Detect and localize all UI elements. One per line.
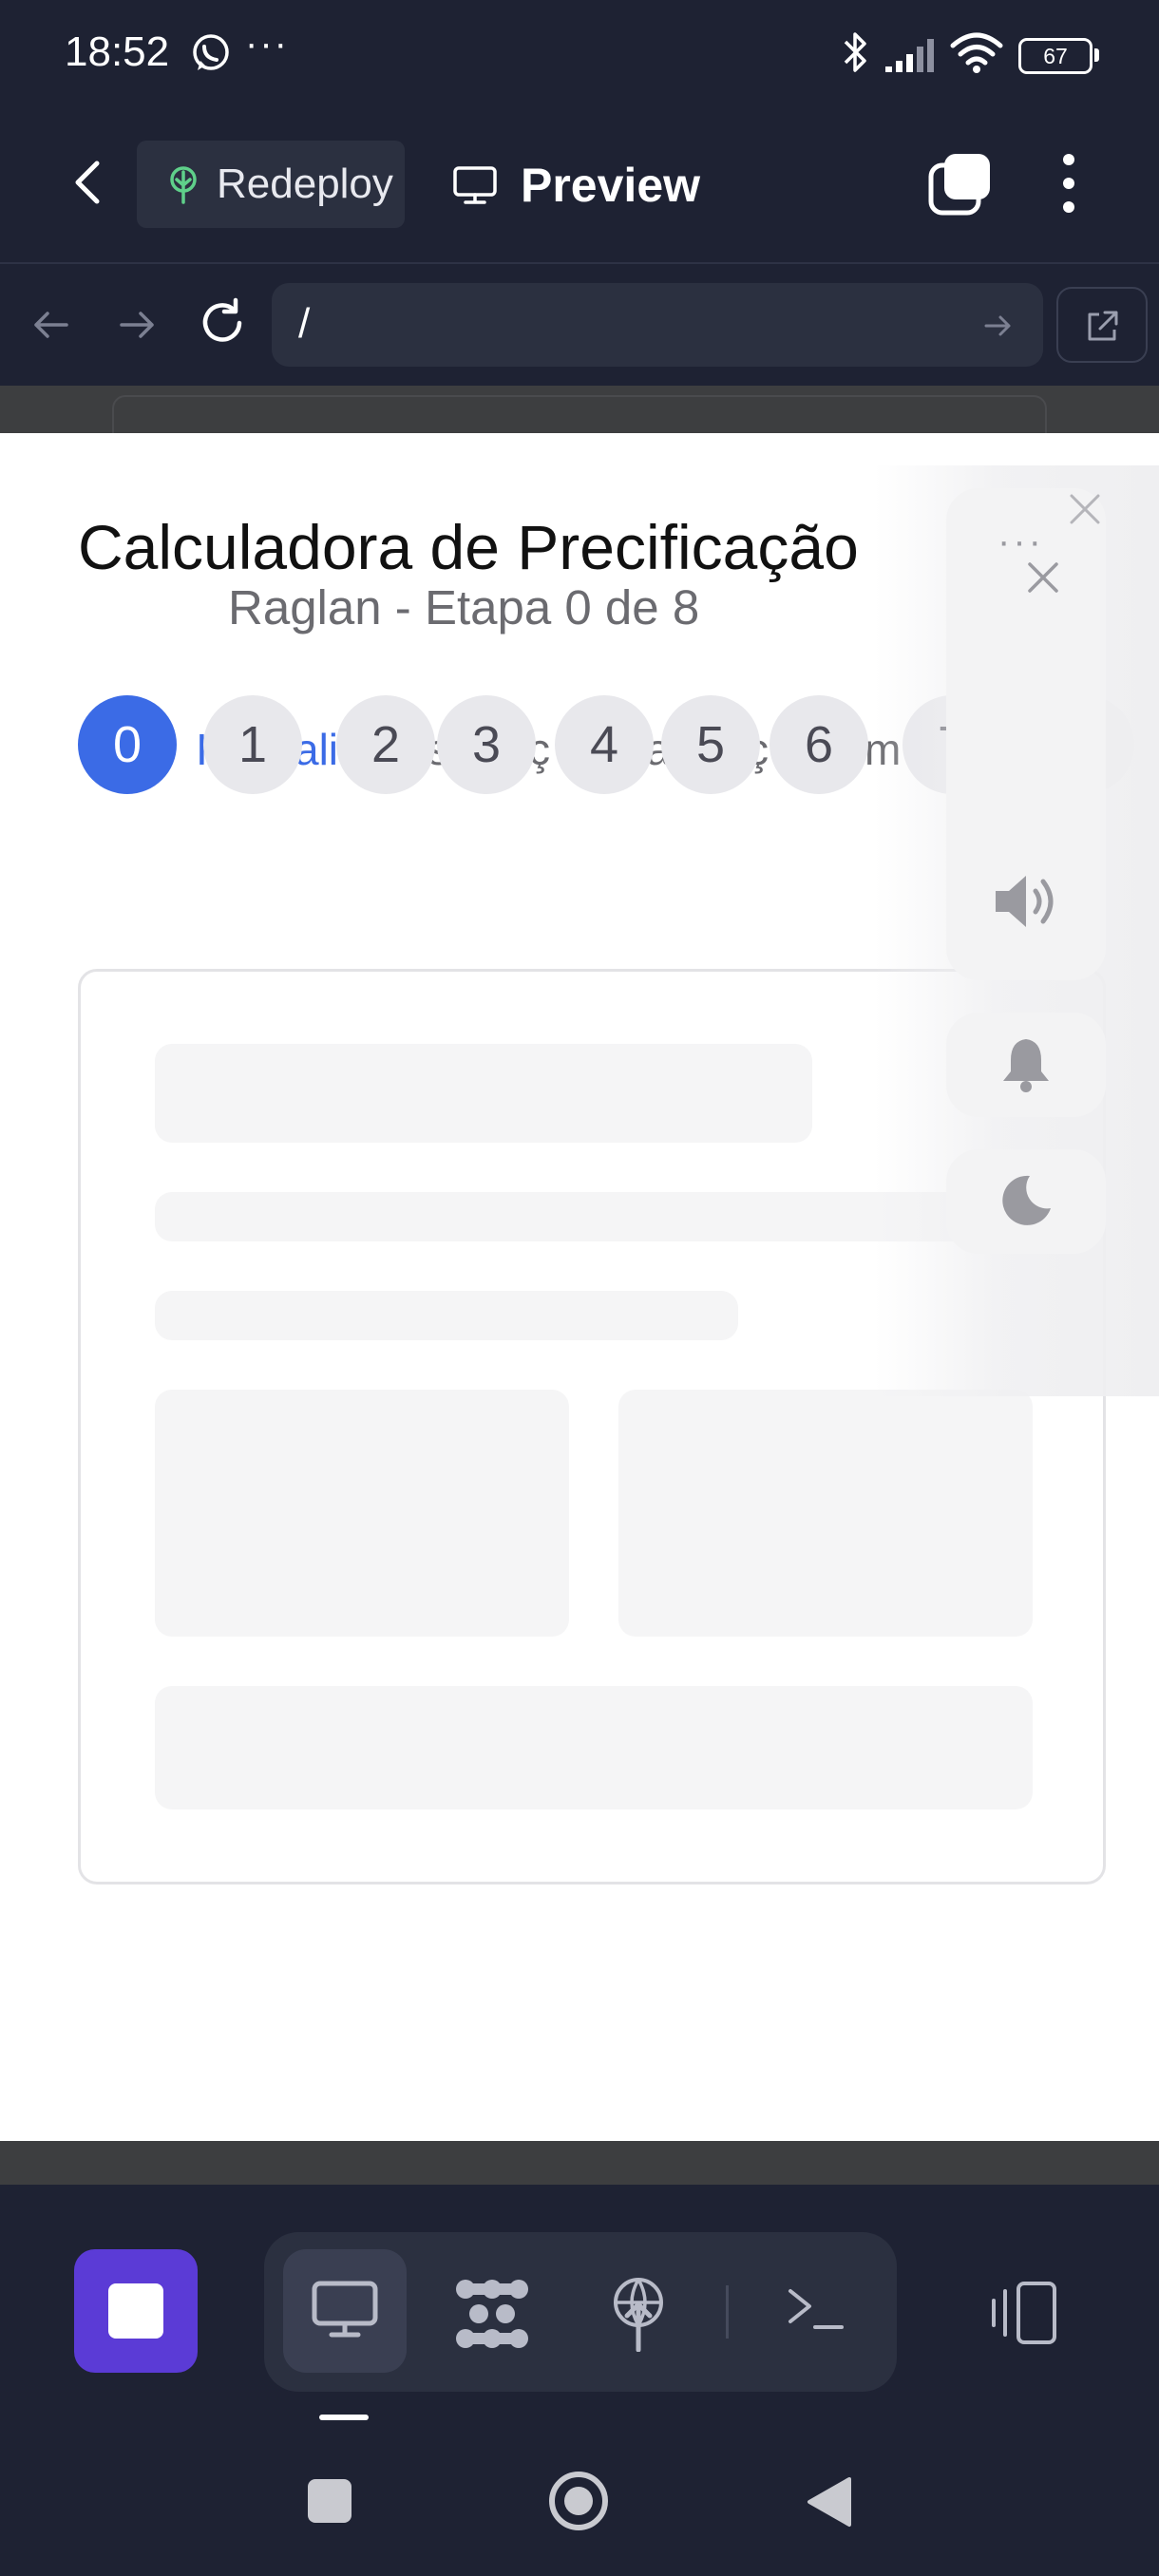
page-subtitle: Raglan - Etapa 0 de 8 <box>228 580 700 635</box>
skeleton-footer <box>155 1686 1033 1809</box>
browser-forward-button[interactable] <box>114 302 160 348</box>
skeleton-block <box>155 1390 569 1637</box>
preview-view-button[interactable] <box>283 2249 407 2373</box>
step-3[interactable]: 3 <box>437 695 536 794</box>
stop-icon <box>108 2283 163 2339</box>
nav-separator <box>726 2285 729 2339</box>
reload-button[interactable] <box>196 296 249 350</box>
battery-indicator: 67 <box>1018 38 1092 74</box>
bell-icon <box>1003 1039 1049 1092</box>
tabs-button[interactable] <box>927 150 994 217</box>
redeploy-label: Redeploy <box>217 161 393 207</box>
terminal-icon[interactable] <box>785 2283 846 2337</box>
stop-button[interactable] <box>74 2249 198 2373</box>
wifi-icon <box>950 30 1003 74</box>
step-2[interactable]: 2 <box>336 695 435 794</box>
device-layout-icon[interactable] <box>988 2280 1060 2346</box>
preview-label: Preview <box>521 159 701 212</box>
url-text: / <box>298 300 311 347</box>
recent-apps-button[interactable] <box>308 2479 352 2523</box>
home-indicator <box>319 2415 369 2420</box>
signal-icon <box>884 36 937 74</box>
panel-close-icon[interactable] <box>1024 559 1062 597</box>
skeleton-block <box>618 1390 1033 1637</box>
panel-menu-icon[interactable]: ··· <box>998 521 1044 563</box>
open-external-button[interactable] <box>1056 287 1148 363</box>
home-button[interactable] <box>547 2470 610 2532</box>
toolbar-divider <box>0 262 1159 264</box>
notification-more-icon: ··· <box>245 23 289 65</box>
step-4[interactable]: 4 <box>555 695 654 794</box>
whatsapp-icon <box>190 32 232 74</box>
moon-icon <box>1002 1175 1051 1225</box>
browser-back-button[interactable] <box>28 302 74 348</box>
monitor-icon <box>312 2281 378 2338</box>
redeploy-button[interactable]: Redeploy <box>137 141 405 228</box>
battery-tip <box>1094 48 1099 62</box>
moon-button[interactable] <box>946 1149 1106 1254</box>
page-title: Calculadora de Precificação <box>78 512 859 582</box>
bell-button[interactable] <box>946 1013 1106 1117</box>
step-1[interactable]: 1 <box>203 695 302 794</box>
step-6[interactable]: 6 <box>770 695 868 794</box>
preview-tab[interactable]: Preview <box>452 152 700 218</box>
step-5[interactable]: 5 <box>661 695 760 794</box>
back-button[interactable] <box>59 152 120 213</box>
more-menu-button[interactable] <box>1053 150 1085 217</box>
url-input[interactable]: / <box>272 283 1043 367</box>
monitor-icon <box>453 166 497 204</box>
skeleton-line <box>155 1291 738 1340</box>
deploy-tree-icon <box>170 166 197 204</box>
system-back-button[interactable] <box>806 2475 853 2529</box>
status-time: 18:52 <box>65 28 170 75</box>
close-icon[interactable] <box>1066 490 1104 528</box>
url-go-icon[interactable] <box>982 310 1015 342</box>
deploy-icon[interactable] <box>608 2276 669 2352</box>
apps-icon[interactable] <box>452 2278 532 2350</box>
step-0[interactable]: 0 <box>78 695 177 794</box>
bluetooth-icon <box>840 28 872 76</box>
sound-icon[interactable] <box>990 868 1062 935</box>
external-link-icon <box>1088 311 1118 341</box>
skeleton-title <box>155 1044 812 1143</box>
preview-frame-bottom <box>0 2141 1159 2185</box>
